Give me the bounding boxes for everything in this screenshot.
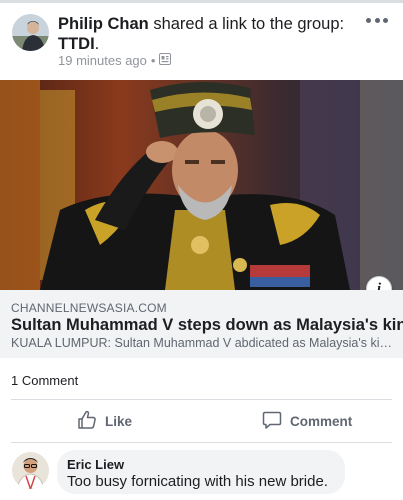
thumbs-up-icon: [77, 410, 105, 433]
author-avatar[interactable]: [12, 14, 49, 51]
commenter-name[interactable]: Eric Liew: [67, 457, 124, 472]
comment-button[interactable]: Comment: [262, 404, 352, 438]
more-horizontal-icon: [366, 17, 371, 23]
comment-text: Too busy fornicating with his new bride.: [67, 473, 328, 490]
post-timestamp[interactable]: 19 minutes ago: [58, 53, 147, 68]
more-dot: [383, 17, 388, 23]
comment-bubble-icon: [262, 410, 290, 433]
link-domain: CHANNELNEWSASIA.COM: [11, 301, 167, 315]
comment-label: Comment: [290, 413, 353, 429]
commenter-avatar[interactable]: [12, 452, 49, 489]
divider: [11, 442, 392, 443]
comment-bubble: Eric Liew Too busy fornicating with his …: [57, 450, 345, 494]
group-name[interactable]: TTDI: [58, 35, 95, 53]
comment-item: Eric Liew Too busy fornicating with his …: [0, 446, 403, 500]
post-action-text: shared a link to the group:: [148, 15, 345, 33]
comment-count[interactable]: 1 Comment: [11, 373, 78, 388]
link-title: Sultan Muhammad V steps down as Malaysia…: [11, 316, 403, 334]
like-button[interactable]: Like: [77, 404, 132, 438]
more-dot: [374, 17, 380, 23]
post-meta: 19 minutes ago •: [58, 53, 172, 68]
meta-separator: •: [150, 53, 156, 68]
link-preview-card[interactable]: CHANNELNEWSASIA.COM Sultan Muhammad V st…: [0, 290, 403, 358]
like-label: Like: [105, 413, 133, 429]
group-suffix: .: [94, 35, 100, 53]
author-name[interactable]: Philip Chan: [58, 15, 149, 33]
more-options-button[interactable]: [366, 14, 388, 26]
divider: [11, 399, 392, 400]
group-privacy-icon: [159, 53, 172, 68]
link-description: KUALA LUMPUR: Sultan Muhammad V abdicate…: [11, 336, 396, 350]
top-divider: [0, 0, 403, 3]
link-preview-image[interactable]: [0, 80, 403, 290]
post-header: Philip Chan shared a link to the group: …: [58, 14, 348, 54]
